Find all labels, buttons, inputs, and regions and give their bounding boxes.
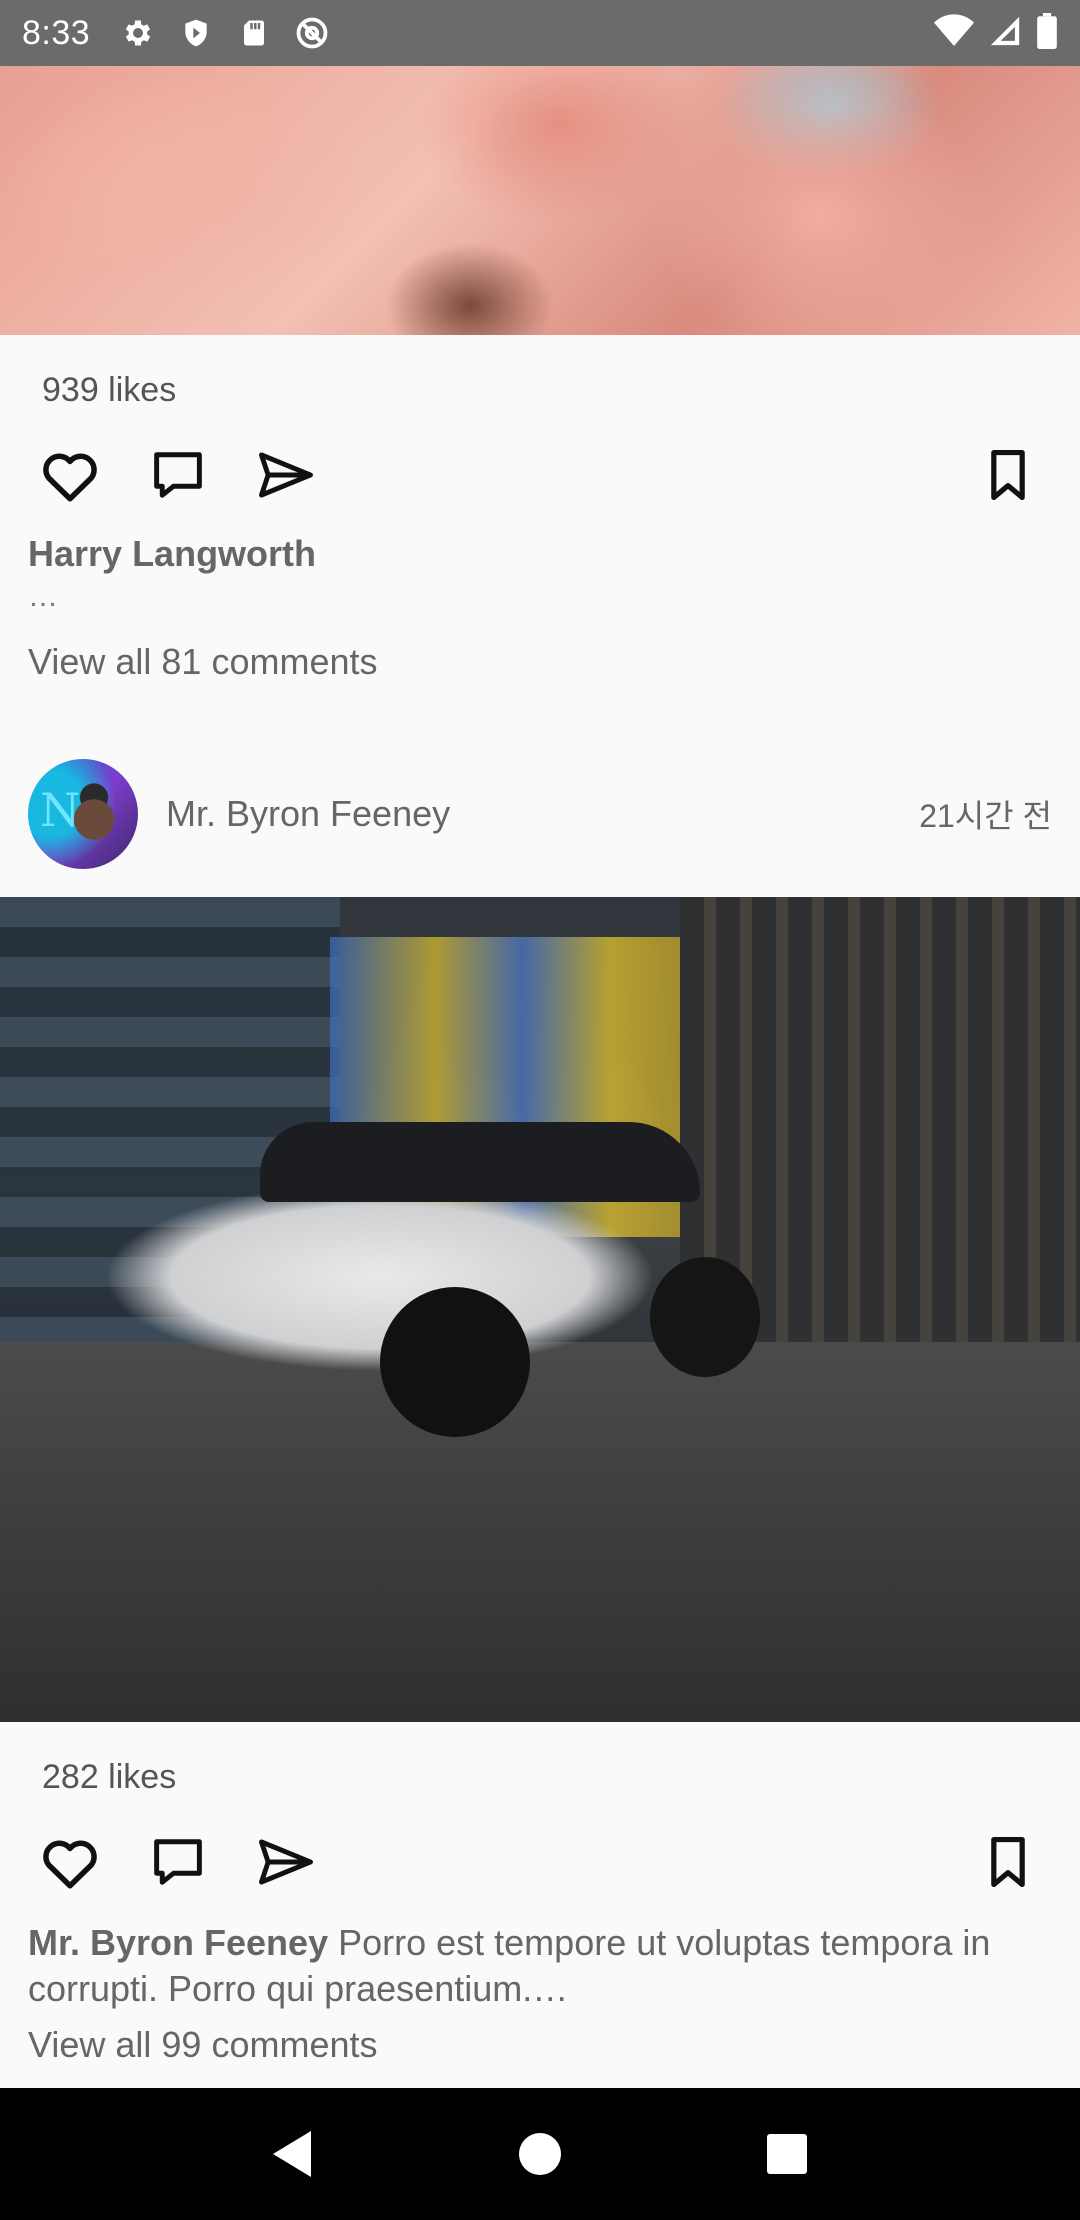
sd-card-icon [234,13,274,53]
post-meta: 282 likes Mr. Byron Feeney Porro est tem… [0,1722,1080,2066]
screen: 8:33 939 likes Harry Langworth … View al… [0,0,1080,2220]
heart-icon[interactable] [40,445,100,505]
timestamp: 21시간 전 [919,798,1052,834]
bookmark-icon[interactable] [978,1832,1038,1892]
post-caption[interactable]: Mr. Byron Feeney Porro est tempore ut vo… [28,1920,1052,2012]
caption-author[interactable]: Mr. Byron Feeney [28,1922,328,1963]
post-actions [28,445,1052,505]
post-author[interactable]: Harry Langworth [28,533,1052,575]
car-photo-window [260,1122,700,1202]
recents-square-icon[interactable] [752,2119,822,2189]
car-photo-wheel [650,1257,760,1377]
feed[interactable]: 939 likes Harry Langworth … View all 81 … [0,66,1080,2088]
battery-icon [1036,12,1058,54]
author-name[interactable]: Harry Langworth [28,533,316,574]
back-triangle-icon[interactable] [258,2119,328,2189]
signal-icon [988,14,1022,53]
status-bar: 8:33 [0,0,1080,66]
likes-count[interactable]: 939 likes [28,335,1052,445]
post-image-car[interactable] [0,897,1080,1722]
post-1: 939 likes Harry Langworth … View all 81 … [0,66,1080,683]
bookmark-icon[interactable] [978,445,1038,505]
post-actions [28,1832,1052,1892]
home-circle-icon[interactable] [505,2119,575,2189]
comment-icon[interactable] [148,445,208,505]
at-sign-icon [292,13,332,53]
shield-icon [176,13,216,53]
post-meta: 939 likes Harry Langworth … View all 81 … [0,335,1080,683]
gear-icon [118,13,158,53]
avatar[interactable]: N [28,759,138,869]
car-photo-wheel [380,1287,530,1437]
comment-icon[interactable] [148,1832,208,1892]
post-header: N Mr. Byron Feeney 21시간 전 [0,759,1080,869]
heart-icon[interactable] [40,1832,100,1892]
view-comments-link[interactable]: View all 99 comments [28,2024,1052,2066]
post-2: N Mr. Byron Feeney 21시간 전 282 likes Mr. … [0,759,1080,2066]
avatar-graphic: N [40,783,81,837]
wifi-icon [934,13,974,53]
status-time: 8:33 [22,13,91,52]
car-photo-road [0,1342,1080,1722]
navigation-bar [0,2088,1080,2220]
username[interactable]: Mr. Byron Feeney [166,793,450,835]
post-image-flower[interactable] [0,66,1080,335]
share-icon[interactable] [256,1832,316,1892]
status-icons-left [118,13,332,53]
view-comments-link[interactable]: View all 81 comments [28,641,1052,683]
share-icon[interactable] [256,445,316,505]
status-icons-right [934,12,1058,54]
likes-count[interactable]: 282 likes [28,1722,1052,1832]
caption-ellipsis[interactable]: … [28,579,1052,615]
